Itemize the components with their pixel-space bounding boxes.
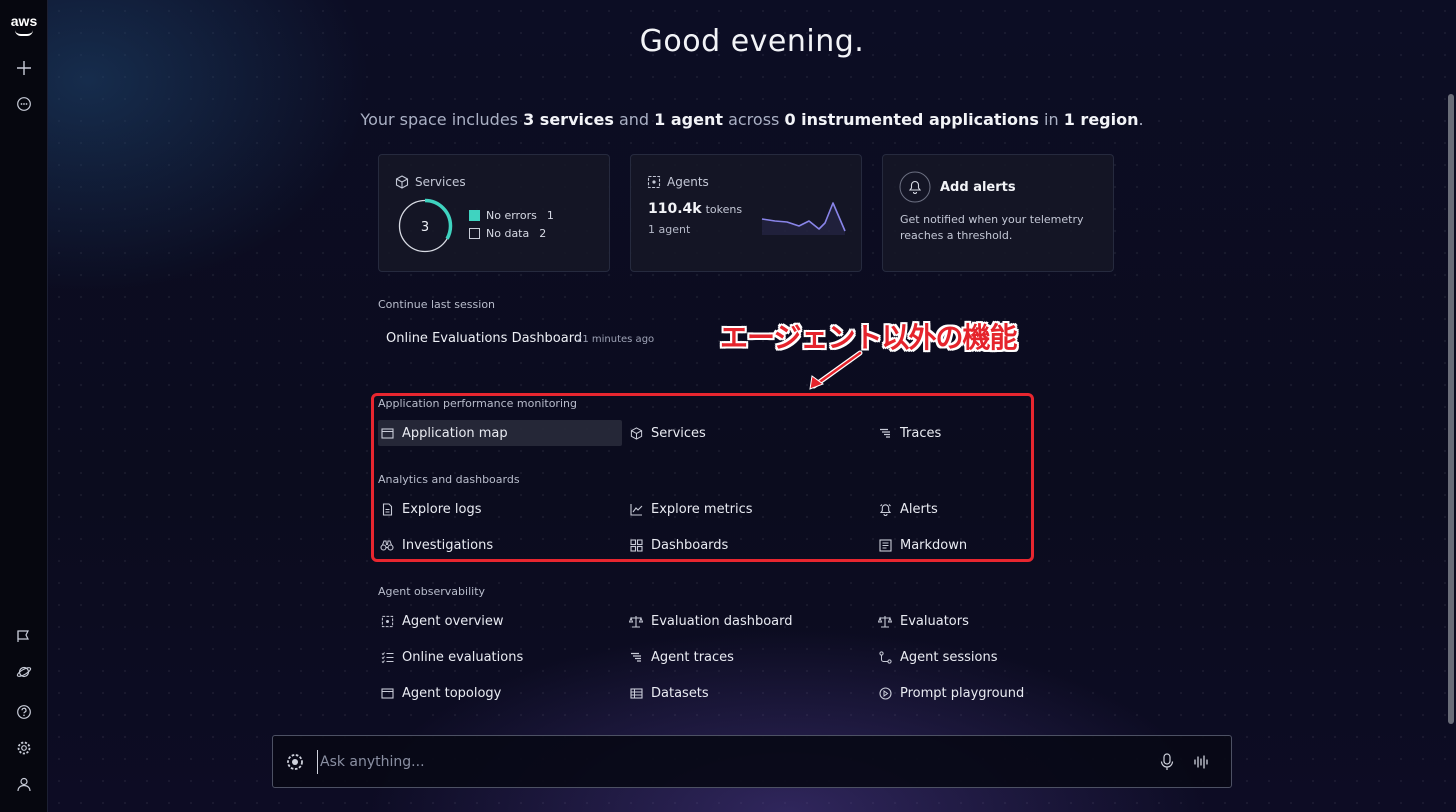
nav-label: Evaluators bbox=[900, 613, 969, 629]
agent-icon bbox=[380, 614, 394, 628]
summary-apps: 0 instrumented applications bbox=[784, 110, 1039, 129]
main-content: Good evening. Your space includes 3 serv… bbox=[48, 0, 1456, 812]
session-link[interactable]: Online Evaluations Dashboard bbox=[386, 331, 582, 346]
space-summary: Your space includes 3 services and 1 age… bbox=[48, 110, 1456, 129]
no-errors-swatch bbox=[469, 210, 480, 221]
services-total: 3 bbox=[421, 220, 429, 235]
nav-label: Agent sessions bbox=[900, 649, 998, 665]
ask-anything-bar bbox=[272, 735, 1232, 788]
voice-waveform-icon[interactable] bbox=[1193, 754, 1209, 770]
summary-prefix: Your space includes bbox=[360, 110, 518, 129]
summary-suffix: . bbox=[1138, 110, 1144, 129]
nav-datasets[interactable]: Datasets bbox=[627, 680, 871, 706]
summary-services: 3 services bbox=[523, 110, 614, 129]
microphone-icon[interactable] bbox=[1159, 753, 1175, 771]
nav-label: Evaluation dashboard bbox=[651, 613, 793, 629]
summary-across: across bbox=[728, 110, 780, 129]
app-root: aws Good evening. Your space includes 3 … bbox=[0, 0, 1456, 812]
play-icon bbox=[878, 686, 892, 700]
tokens-value: 110.4k bbox=[648, 201, 702, 217]
new-plus-icon[interactable] bbox=[12, 56, 36, 80]
agents-card-title: Agents bbox=[667, 175, 709, 189]
legend-no-errors-count: 1 bbox=[546, 209, 554, 222]
announcement-icon[interactable] bbox=[12, 624, 36, 648]
scale-icon bbox=[629, 614, 643, 628]
nav-agent-topology[interactable]: Agent topology bbox=[378, 680, 622, 706]
table-icon bbox=[629, 686, 643, 700]
nav-label: Agent traces bbox=[651, 649, 734, 665]
agents-card[interactable]: Agents 110.4k tokens 1 agent bbox=[630, 154, 862, 272]
vertical-scrollbar[interactable] bbox=[1448, 94, 1454, 724]
topology-icon bbox=[380, 686, 394, 700]
agent-count: 1 agent bbox=[648, 223, 691, 236]
nav-evaluation-dashboard[interactable]: Evaluation dashboard bbox=[627, 608, 871, 634]
cube-icon bbox=[395, 175, 409, 189]
session-time: 21 minutes ago bbox=[576, 334, 655, 345]
settings-gear-icon[interactable] bbox=[12, 736, 36, 760]
summary-and: and bbox=[618, 110, 650, 129]
left-rail: aws bbox=[0, 0, 48, 812]
summary-regions: 1 region bbox=[1063, 110, 1139, 129]
chat-icon[interactable] bbox=[12, 92, 36, 116]
add-alerts-title: Add alerts bbox=[940, 180, 1016, 195]
nav-prompt-playground[interactable]: Prompt playground bbox=[876, 680, 1120, 706]
summary-agents: 1 agent bbox=[654, 110, 723, 129]
legend-no-errors: No errors 1 bbox=[469, 209, 554, 222]
summary-in: in bbox=[1044, 110, 1059, 129]
services-card-title: Services bbox=[415, 175, 466, 189]
bell-icon bbox=[899, 171, 931, 203]
services-ring-chart: 3 bbox=[397, 198, 453, 254]
services-card[interactable]: Services 3 No errors 1 No data 2 bbox=[378, 154, 610, 272]
nav-agent-traces[interactable]: Agent traces bbox=[627, 644, 871, 670]
annotation-highlight-box bbox=[371, 393, 1034, 562]
help-icon[interactable] bbox=[12, 700, 36, 724]
scale-icon bbox=[878, 614, 892, 628]
user-profile-icon[interactable] bbox=[12, 772, 36, 796]
add-alerts-desc-2: reaches a threshold. bbox=[900, 229, 1013, 242]
greeting-heading: Good evening. bbox=[639, 24, 865, 59]
traces-icon bbox=[629, 650, 643, 664]
planet-icon[interactable] bbox=[12, 660, 36, 684]
agents-sparkline bbox=[761, 202, 846, 235]
agent-icon bbox=[647, 175, 661, 189]
add-alerts-card[interactable]: Add alerts Get notified when your teleme… bbox=[882, 154, 1114, 272]
nav-label: Datasets bbox=[651, 685, 709, 701]
continue-session-label: Continue last session bbox=[378, 298, 496, 311]
annotation-arrow-icon bbox=[809, 350, 863, 390]
legend-no-data: No data 2 bbox=[469, 227, 546, 240]
agent-obs-section-label: Agent observability bbox=[378, 585, 486, 598]
tokens-readout: 110.4k tokens bbox=[648, 201, 742, 217]
nav-label: Prompt playground bbox=[900, 685, 1025, 701]
tokens-unit: tokens bbox=[705, 203, 743, 216]
assistant-spark-icon bbox=[287, 754, 303, 770]
nav-online-evaluations[interactable]: Online evaluations bbox=[378, 644, 622, 670]
aws-smile-icon bbox=[15, 30, 33, 36]
add-alerts-desc-1: Get notified when your telemetry bbox=[900, 213, 1084, 226]
nav-label: Agent topology bbox=[402, 685, 502, 701]
ask-anything-input[interactable] bbox=[317, 750, 1137, 774]
legend-no-data-label: No data bbox=[486, 227, 530, 240]
flow-icon bbox=[878, 650, 892, 664]
aws-logo-text: aws bbox=[10, 13, 38, 29]
nav-label: Online evaluations bbox=[402, 649, 524, 665]
nav-label: Agent overview bbox=[402, 613, 504, 629]
legend-no-errors-label: No errors bbox=[486, 209, 537, 222]
checklist-icon bbox=[380, 650, 394, 664]
annotation-label: エージェント以外の機能 bbox=[720, 321, 1017, 354]
nav-agent-overview[interactable]: Agent overview bbox=[378, 608, 622, 634]
no-data-swatch bbox=[469, 228, 480, 239]
nav-evaluators[interactable]: Evaluators bbox=[876, 608, 1120, 634]
legend-no-data-count: 2 bbox=[539, 227, 547, 240]
aws-logo[interactable]: aws bbox=[8, 12, 40, 36]
nav-agent-sessions[interactable]: Agent sessions bbox=[876, 644, 1120, 670]
